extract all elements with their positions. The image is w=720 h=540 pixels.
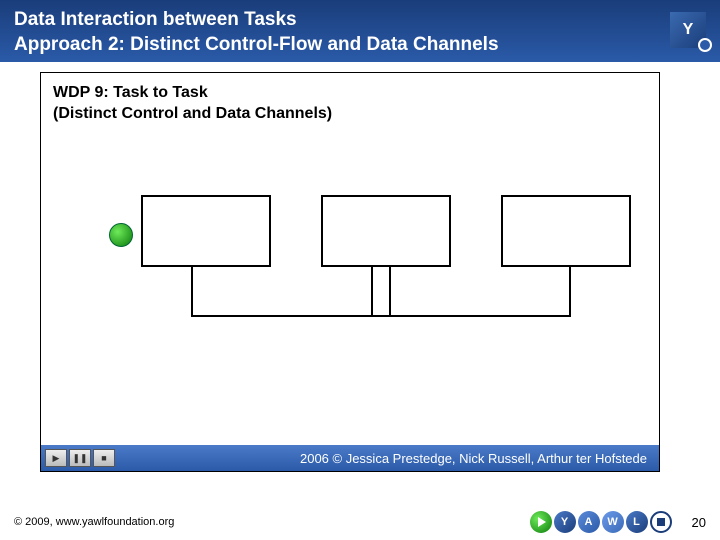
panel-title-line2: (Distinct Control and Data Channels) bbox=[53, 105, 332, 122]
pause-button[interactable]: ❚❚ bbox=[69, 449, 91, 467]
slide-header: Data Interaction between Tasks Approach … bbox=[0, 0, 720, 62]
play-button[interactable]: ▶ bbox=[45, 449, 67, 467]
copyright-text: © 2009, www.yawlfoundation.org bbox=[14, 516, 530, 528]
logo-letter: Y bbox=[683, 21, 694, 39]
task-box-2 bbox=[321, 195, 451, 267]
start-node-icon bbox=[109, 223, 133, 247]
footer-stop-icon bbox=[650, 511, 672, 533]
task-box-3 bbox=[501, 195, 631, 267]
workflow-diagram bbox=[41, 183, 659, 383]
play-icon: ▶ bbox=[53, 453, 60, 464]
yawl-logo-icon: Y bbox=[670, 12, 706, 48]
panel-title-line1: WDP 9: Task to Task bbox=[53, 84, 208, 101]
panel-credits: 2006 © Jessica Prestedge, Nick Russell, … bbox=[117, 451, 655, 466]
slide-footer: © 2009, www.yawlfoundation.org Y A W L 2… bbox=[0, 504, 720, 540]
title-line1: Data Interaction between Tasks bbox=[14, 9, 297, 30]
footer-l-icon: L bbox=[626, 511, 648, 533]
footer-logo: Y A W L bbox=[530, 511, 672, 533]
title-line2: Approach 2: Distinct Control-Flow and Da… bbox=[14, 34, 499, 55]
animation-panel: WDP 9: Task to Task (Distinct Control an… bbox=[40, 72, 660, 472]
panel-title: WDP 9: Task to Task (Distinct Control an… bbox=[53, 83, 332, 125]
stop-icon: ■ bbox=[101, 453, 106, 463]
stop-button[interactable]: ■ bbox=[93, 449, 115, 467]
page-number: 20 bbox=[692, 515, 706, 530]
footer-w-icon: W bbox=[602, 511, 624, 533]
slide-content: WDP 9: Task to Task (Distinct Control an… bbox=[0, 62, 720, 472]
data-channel-2 bbox=[371, 267, 571, 317]
data-channel-1 bbox=[191, 267, 391, 317]
footer-y-icon: Y bbox=[554, 511, 576, 533]
playback-controls: ▶ ❚❚ ■ 2006 © Jessica Prestedge, Nick Ru… bbox=[41, 445, 659, 471]
pause-icon: ❚❚ bbox=[72, 453, 87, 464]
footer-play-icon bbox=[530, 511, 552, 533]
footer-a-icon: A bbox=[578, 511, 600, 533]
slide-title: Data Interaction between Tasks Approach … bbox=[14, 8, 499, 57]
task-box-1 bbox=[141, 195, 271, 267]
